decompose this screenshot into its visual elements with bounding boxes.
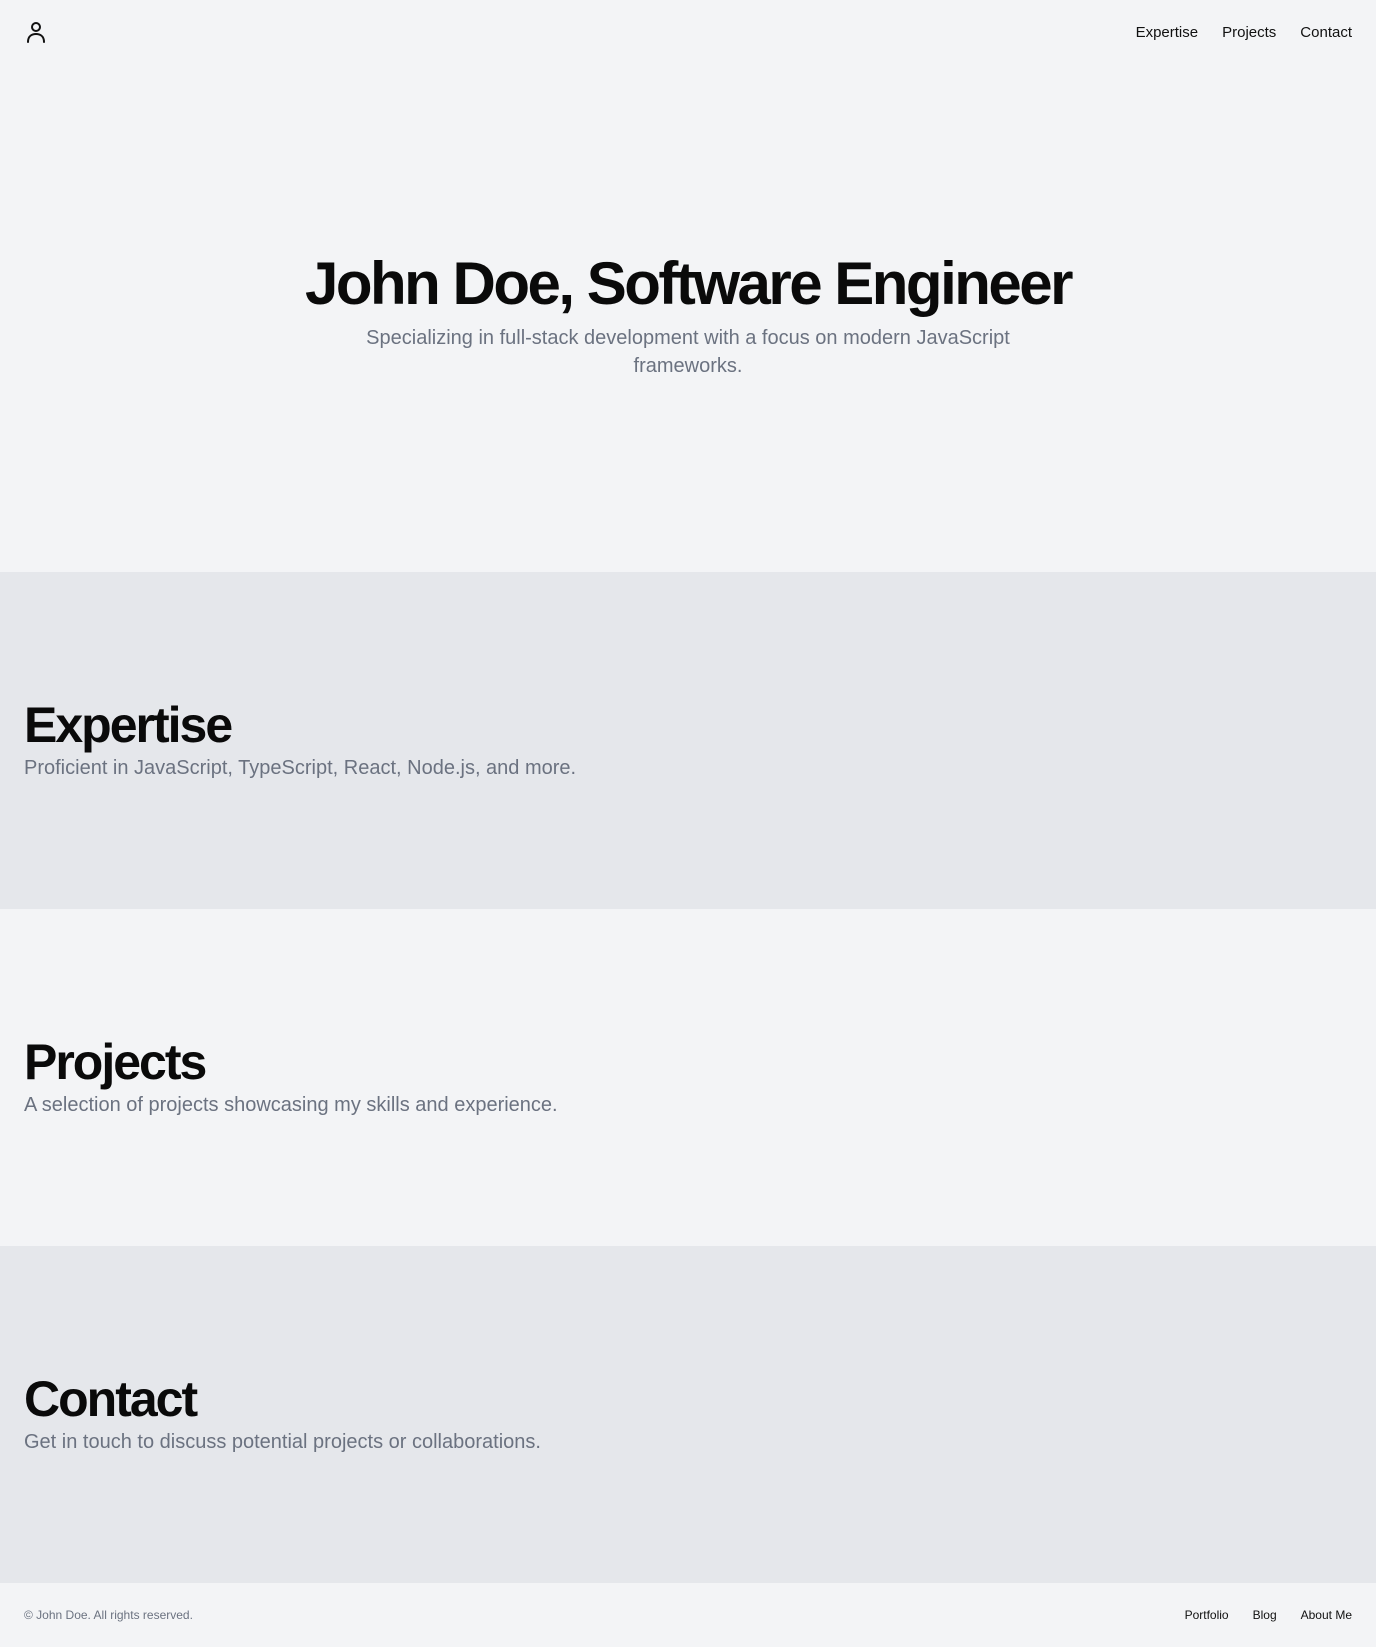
projects-section: Projects A selection of projects showcas… (0, 909, 1376, 1246)
expertise-section: Expertise Proficient in JavaScript, Type… (0, 572, 1376, 909)
footer-link-portfolio[interactable]: Portfolio (1185, 1608, 1229, 1622)
nav-link-projects[interactable]: Projects (1222, 24, 1276, 41)
section-text-projects: A selection of projects showcasing my sk… (24, 1093, 558, 1116)
footer-link-about-me[interactable]: About Me (1301, 1608, 1352, 1622)
hero-section: John Doe, Software Engineer Specializing… (0, 64, 1376, 572)
section-title-contact: Contact (24, 1370, 198, 1427)
footer-copyright: © John Doe. All rights reserved. (24, 1608, 193, 1622)
footer-links: Portfolio Blog About Me (1185, 1608, 1352, 1622)
section-text-expertise: Proficient in JavaScript, TypeScript, Re… (24, 756, 577, 779)
footer-link-blog[interactable]: Blog (1253, 1608, 1277, 1622)
site-header: Expertise Projects Contact (0, 0, 1376, 64)
section-title-expertise: Expertise (24, 696, 233, 753)
nav-link-contact[interactable]: Contact (1300, 24, 1352, 41)
user-icon[interactable] (24, 20, 48, 44)
contact-section: Contact Get in touch to discuss potentia… (0, 1246, 1376, 1583)
section-text-contact: Get in touch to discuss potential projec… (24, 1430, 541, 1453)
main-nav: Expertise Projects Contact (1136, 24, 1352, 41)
nav-link-expertise[interactable]: Expertise (1136, 24, 1199, 41)
site-footer: © John Doe. All rights reserved. Portfol… (0, 1583, 1376, 1647)
section-title-projects: Projects (24, 1033, 207, 1090)
hero-title: John Doe, Software Engineer (305, 250, 1073, 317)
hero-subtitle: Specializing in full-stack development w… (366, 327, 1010, 377)
